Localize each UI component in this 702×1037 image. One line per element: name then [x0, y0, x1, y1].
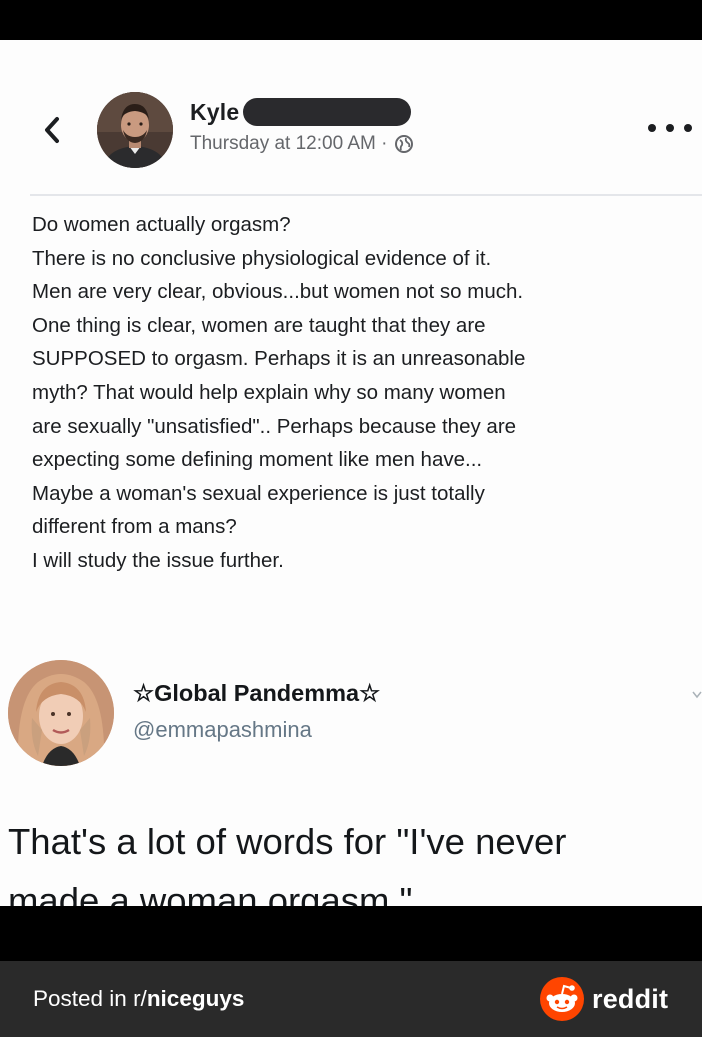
- globe-icon: [394, 134, 414, 154]
- post-line: Men are very clear, obvious...but women …: [32, 280, 524, 304]
- post-timestamp[interactable]: Thursday at 12:00 AM ·: [190, 133, 388, 155]
- post-line: different from a mans?: [32, 515, 237, 539]
- tweet-author-photo: [8, 660, 114, 766]
- post-line: expecting some defining moment like men …: [32, 448, 483, 472]
- post-line: myth? That would help explain why so man…: [32, 380, 506, 404]
- tweet-display-name[interactable]: ☆Global Pandemma☆: [133, 679, 380, 707]
- more-dot: [684, 124, 692, 132]
- posted-in-label: Posted in r/niceguys: [33, 986, 244, 1012]
- screenshot-card: Kyle Thursday at 12:00 AM · Do women act…: [0, 40, 702, 906]
- post-line: There is no conclusive physiological evi…: [32, 246, 492, 270]
- post-line: Maybe a woman's sexual experience is jus…: [32, 481, 485, 505]
- post-line: are sexually "unsatisfied".. Perhaps bec…: [32, 414, 517, 438]
- reddit-alien-icon: [540, 977, 584, 1021]
- posted-in-prefix: Posted in r/: [33, 986, 147, 1011]
- author-photo: [97, 92, 173, 168]
- post-line: Do women actually orgasm?: [32, 213, 291, 236]
- more-options-icon[interactable]: [648, 116, 692, 140]
- more-dot: [666, 124, 674, 132]
- tweet-line: made a woman orgasm.": [8, 880, 413, 906]
- header-divider: [30, 194, 702, 196]
- post-line: I will study the issue further.: [32, 548, 284, 572]
- post-line: SUPPOSED to orgasm. Perhaps it is an unr…: [32, 347, 526, 371]
- chevron-down-icon: [692, 688, 702, 706]
- post-line: One thing is clear, women are taught tha…: [32, 313, 486, 337]
- post-body: Do women actually orgasm? There is no co…: [32, 208, 702, 578]
- author-avatar[interactable]: [97, 92, 173, 168]
- chevron-left-icon: [45, 117, 59, 143]
- tweet-handle[interactable]: @emmapashmina: [133, 717, 312, 743]
- redacted-surname: [243, 98, 412, 126]
- author-name[interactable]: Kyle: [190, 99, 239, 126]
- back-button[interactable]: [36, 110, 68, 150]
- reddit-logo[interactable]: reddit: [540, 977, 668, 1021]
- subreddit-link[interactable]: niceguys: [147, 986, 245, 1011]
- tweet-line: That's a lot of words for "I've never: [8, 821, 567, 862]
- tweet-author-avatar[interactable]: [8, 660, 114, 766]
- reddit-footer: Posted in r/niceguys reddit: [0, 961, 702, 1037]
- tweet-text: That's a lot of words for "I've never ma…: [8, 812, 698, 906]
- reddit-wordmark: reddit: [592, 983, 669, 1014]
- more-dot: [648, 124, 656, 132]
- post-meta: Thursday at 12:00 AM ·: [190, 133, 414, 155]
- author-name-row: Kyle: [190, 98, 412, 126]
